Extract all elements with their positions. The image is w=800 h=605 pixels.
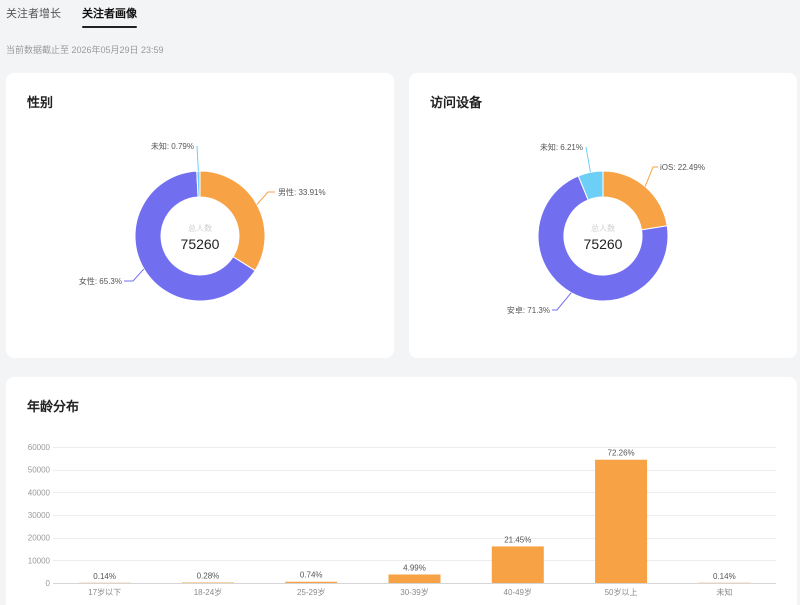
slice-name: 男性 [278, 187, 294, 197]
device-slice-ios[interactable] [602, 170, 668, 231]
x-tick-label: 18-24岁 [194, 587, 222, 597]
device-card: 访问设备 iOS: 22.49% 安卓: 71.3% 未知: 6.21% 总人数… [409, 73, 797, 358]
y-tick-label: 20000 [28, 534, 51, 543]
x-tick-label: 30-39岁 [400, 587, 428, 597]
slice-name: 安卓 [507, 305, 523, 315]
bar-data-label: 0.28% [197, 572, 220, 581]
y-tick-label: 60000 [28, 443, 51, 452]
leader-line-female [124, 268, 145, 282]
age-bar-chart: 0 10000 20000 30000 40000 50000 60000 0.… [28, 443, 776, 597]
gender-donut-chart: 男性: 33.91% 女性: 65.3% 未知: 0.79% 总人数 75260 [79, 141, 326, 302]
device-donut-chart: iOS: 22.49% 安卓: 71.3% 未知: 6.21% 总人数 7526… [507, 142, 705, 315]
slice-value: 6.21 [560, 143, 576, 152]
slice-name: 未知 [151, 141, 167, 151]
age-bar[interactable] [595, 459, 648, 583]
bar-data-label: 0.14% [93, 572, 116, 581]
y-tick-label: 30000 [28, 511, 51, 520]
age-bar[interactable] [285, 581, 338, 583]
y-tick-label: 10000 [28, 556, 51, 565]
age-y-axis-labels: 0 10000 20000 30000 40000 50000 60000 [28, 443, 51, 588]
leader-line-ios [644, 166, 658, 187]
gender-label-male: 男性: 33.91% [278, 187, 326, 197]
age-x-axis-labels: 17岁以下 18-24岁 25-29岁 30-39岁 40-49岁 50岁以上 … [88, 587, 732, 597]
device-center-total: 75260 [584, 236, 623, 252]
x-tick-label: 25-29岁 [297, 587, 325, 597]
percent-unit: % [698, 163, 705, 172]
y-tick-label: 50000 [28, 466, 51, 475]
device-label-android: 安卓: 71.3% [507, 305, 550, 315]
slice-value: 71.3 [527, 306, 543, 315]
gender-slice-male[interactable] [199, 170, 266, 272]
gender-label-unknown: 未知: 0.79% [151, 141, 194, 151]
leader-line-male [256, 191, 275, 205]
tab-follower-growth[interactable]: 关注者增长 [6, 6, 61, 22]
x-tick-label: 未知 [716, 587, 732, 597]
percent-unit: % [318, 188, 325, 197]
slice-value: 0.79 [171, 142, 187, 151]
gender-card: 性别 男性: 33.91% 女性: 65.3% 未知: 0.79% 总人数 75… [6, 73, 394, 358]
gender-center-total: 75260 [181, 236, 220, 252]
leader-line-unknown [585, 146, 591, 173]
y-tick-label: 0 [46, 579, 51, 588]
tab-bar: 关注者增长 关注者画像 [6, 6, 206, 30]
age-bar[interactable] [388, 574, 441, 583]
device-label-ios: iOS: 22.49% [660, 163, 705, 172]
x-tick-label: 40-49岁 [504, 587, 532, 597]
bar-data-label: 0.74% [300, 571, 323, 580]
leader-line-android [552, 292, 572, 311]
leader-line-unknown [196, 145, 199, 172]
y-tick-label: 40000 [28, 488, 51, 497]
active-tab-indicator [82, 26, 137, 28]
tab-follower-profile[interactable]: 关注者画像 [82, 6, 137, 22]
device-center-label: 总人数 [591, 223, 615, 233]
bar-data-label: 21.45% [504, 535, 531, 544]
bar-data-label: 72.26% [608, 449, 635, 458]
age-card: 年龄分布 0 10000 20000 30000 40000 50000 600… [6, 377, 797, 605]
slice-name: iOS [660, 163, 673, 172]
gender-label-female: 女性: 65.3% [79, 276, 122, 286]
x-tick-label: 50岁以上 [605, 587, 638, 597]
x-tick-label: 17岁以下 [88, 587, 121, 597]
slice-name: 女性 [79, 276, 95, 286]
percent-unit: % [187, 142, 194, 151]
bar-data-label: 0.14% [713, 572, 736, 581]
slice-value: 65.3 [99, 277, 115, 286]
gender-center-label: 总人数 [188, 223, 212, 233]
percent-unit: % [543, 306, 550, 315]
age-bar[interactable] [491, 546, 544, 583]
percent-unit: % [576, 143, 583, 152]
percent-unit: % [115, 277, 122, 286]
data-cutoff-text: 当前数据截止至 2026年05月29日 23:59 [6, 45, 164, 55]
slice-value: 22.49 [678, 163, 699, 172]
device-label-unknown: 未知: 6.21% [540, 142, 583, 152]
slice-name: 未知 [540, 142, 556, 152]
slice-value: 33.91 [298, 188, 319, 197]
bar-data-label: 4.99% [403, 563, 426, 572]
